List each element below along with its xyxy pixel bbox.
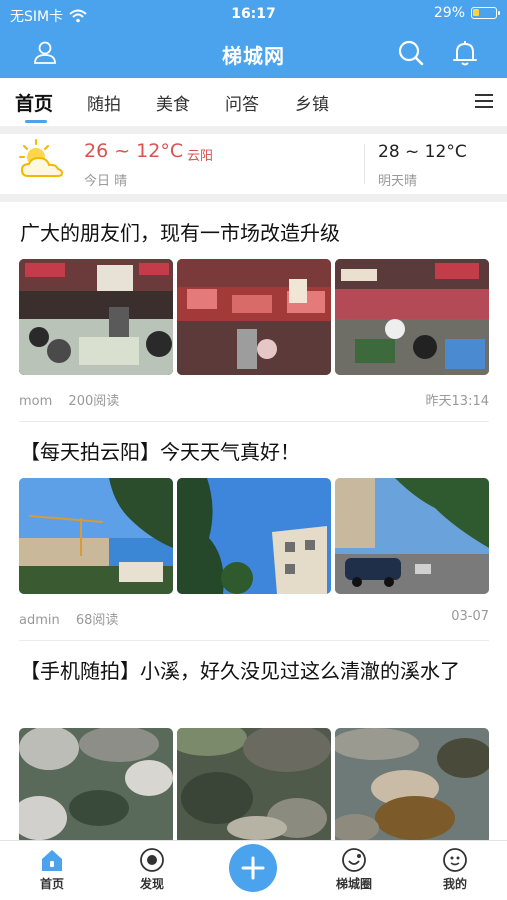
nav-home-label: 首页 — [39, 877, 64, 891]
sky-photo[interactable] — [19, 478, 173, 594]
market-photo[interactable] — [177, 259, 331, 375]
today-temperature: 26 ~ 12°C — [84, 140, 184, 162]
tab-food[interactable]: 美食 — [156, 90, 190, 115]
nav-discover-label: 发现 — [139, 877, 164, 891]
post-time: 03-07 — [451, 609, 489, 624]
market-photo[interactable] — [335, 259, 489, 375]
plus-icon — [241, 856, 265, 880]
post-reads: 200阅读 — [68, 394, 120, 409]
nav-profile[interactable]: 我的 — [415, 847, 495, 892]
tab-home[interactable]: 首页 — [15, 89, 53, 116]
app-header: 梯城网 — [0, 28, 507, 78]
section-divider — [0, 126, 507, 134]
tab-photos[interactable]: 随拍 — [87, 90, 121, 115]
stream-photo[interactable] — [177, 728, 331, 844]
status-right: 29% — [433, 5, 500, 21]
nav-circle-label: 梯城圈 — [335, 877, 372, 891]
battery-icon — [471, 7, 500, 19]
section-divider — [0, 194, 507, 202]
stream-photo[interactable] — [335, 728, 489, 844]
tomorrow-temperature: 28 ~ 12°C — [378, 142, 467, 162]
bell-icon[interactable] — [450, 38, 480, 68]
post-author[interactable]: admin — [19, 613, 60, 628]
nav-home[interactable]: 首页 — [12, 847, 92, 892]
post-separator — [19, 421, 489, 422]
circle-icon — [342, 848, 366, 872]
search-icon[interactable] — [396, 38, 426, 68]
sky-photo[interactable] — [177, 478, 331, 594]
app-screen: 无SIM卡 16:17 29% 梯城网 首页 随拍 美食 问答 乡镇 26 ~ … — [0, 0, 507, 900]
tab-towns[interactable]: 乡镇 — [295, 90, 329, 115]
compass-icon — [140, 848, 164, 872]
category-tabs: 首页 随拍 美食 问答 乡镇 — [0, 78, 507, 126]
post-photo-row — [19, 259, 489, 375]
post-photo-row — [19, 478, 489, 594]
post-separator — [19, 640, 489, 641]
nav-circle[interactable]: 梯城圈 — [314, 847, 394, 892]
menu-icon[interactable] — [475, 94, 493, 108]
app-title: 梯城网 — [222, 44, 285, 68]
home-icon — [42, 850, 62, 871]
profile-icon — [443, 848, 467, 872]
post-title[interactable]: 广大的朋友们，现有一市场改造升级 — [20, 217, 490, 250]
tomorrow-condition: 明天晴 — [378, 174, 418, 189]
today-condition: 今日 晴 — [84, 174, 128, 189]
stream-photo[interactable] — [19, 728, 173, 844]
post-time: 昨天13:14 — [425, 394, 489, 409]
post-reads: 68阅读 — [75, 613, 119, 628]
market-photo[interactable] — [19, 259, 173, 375]
weather-card[interactable]: 26 ~ 12°C 云阳 今日 晴 28 ~ 12°C 明天晴 — [0, 134, 507, 194]
add-post-button[interactable] — [229, 844, 277, 892]
city-name: 云阳 — [187, 149, 214, 164]
weather-divider — [364, 144, 365, 184]
active-tab-indicator — [25, 120, 47, 123]
post-author[interactable]: mom — [19, 394, 52, 409]
post-meta: mom 200阅读 昨天13:14 — [19, 390, 489, 409]
nav-profile-label: 我的 — [442, 877, 467, 891]
street-photo[interactable] — [335, 478, 489, 594]
post-meta: admin 68阅读 03-07 — [19, 609, 489, 628]
post-title[interactable]: 【每天拍云阳】今天天气真好！ — [20, 436, 490, 469]
battery-percent: 29% — [433, 5, 465, 21]
sunny-cloud-icon — [19, 139, 64, 177]
post-photo-row — [19, 728, 489, 844]
status-bar: 无SIM卡 16:17 29% — [0, 0, 507, 28]
nav-discover[interactable]: 发现 — [112, 847, 192, 892]
post-title[interactable]: 【手机随拍】小溪，好久没见过这么清澈的溪水了 — [20, 655, 490, 688]
clock: 16:17 — [231, 6, 276, 22]
tab-qa[interactable]: 问答 — [225, 90, 259, 115]
